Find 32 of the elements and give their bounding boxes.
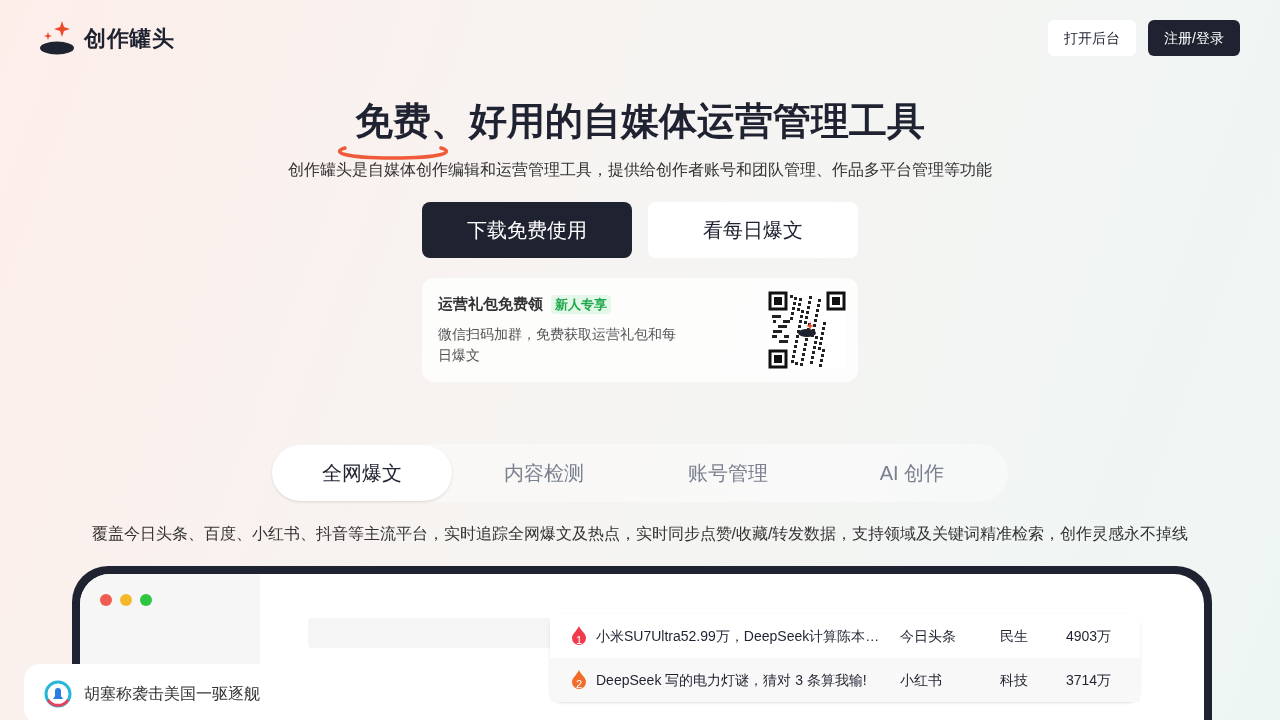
platform: 今日头条 [900, 626, 957, 646]
logo-icon [40, 21, 76, 55]
headline-highlight: 免费 [355, 100, 431, 142]
tab-description: 覆盖今日头条、百度、小红书、抖音等主流平台，实时追踪全网爆文及热点，实时同步点赞/收藏/转发数据，支持领域及关键词精准检索，创作灵感永不掉线 [90, 523, 1190, 544]
tab[interactable]: 内容检测 [452, 444, 636, 501]
gift-description: 微信扫码加群，免费获取运营礼包和每日爆文 [438, 324, 677, 365]
tab[interactable]: 全网爆文 [272, 444, 452, 501]
gift-title: 运营礼包免费领 [438, 294, 543, 315]
rank-number: 2 [574, 677, 584, 692]
dashboard-button[interactable]: 打开后台 [1048, 20, 1137, 56]
view-count: 4903万 [1066, 626, 1112, 646]
rank-number: 1 [574, 633, 584, 648]
tab[interactable]: 账号管理 [636, 444, 820, 501]
article-title: DeepSeek 写的电力灯谜，猜对 3 条算我输! [596, 670, 868, 690]
article-title: 小米SU7Ultra52.99万，DeepSeek计算陈本… [596, 626, 881, 646]
view-count: 3714万 [1066, 670, 1112, 690]
qr-code-icon [768, 290, 846, 369]
new-user-tag: 新人专享 [551, 294, 611, 315]
headline: 、好用的自媒体运营管理工具 [431, 99, 925, 144]
login-button[interactable]: 注册/登录 [1148, 20, 1240, 56]
category: 科技 [1000, 670, 1029, 690]
category: 民生 [1000, 626, 1029, 646]
app-logo-icon [44, 680, 72, 708]
brand-name: 创作罐头 [84, 24, 175, 53]
download-button[interactable]: 下载免费使用 [422, 201, 632, 258]
daily-articles-button[interactable]: 看每日爆文 [648, 201, 858, 258]
hot-list-row[interactable]: 2 DeepSeek 写的电力灯谜，猜对 3 条算我输! 小红书 科技 3714万 [550, 658, 1140, 702]
subtitle: 创作罐头是自媒体创作编辑和运营管理工具，提供给创作者账号和团队管理、作品多平台管理等功能 [288, 159, 992, 180]
hot-list-row[interactable]: 1 小米SU7Ultra52.99万，DeepSeek计算陈本… 今日头条 民生 4903万 [550, 614, 1140, 658]
notification-text: 胡塞称袭击美国一驱逐舰 [84, 684, 260, 704]
platform: 小红书 [900, 670, 943, 690]
tab[interactable]: AI 创作 [820, 444, 1004, 501]
